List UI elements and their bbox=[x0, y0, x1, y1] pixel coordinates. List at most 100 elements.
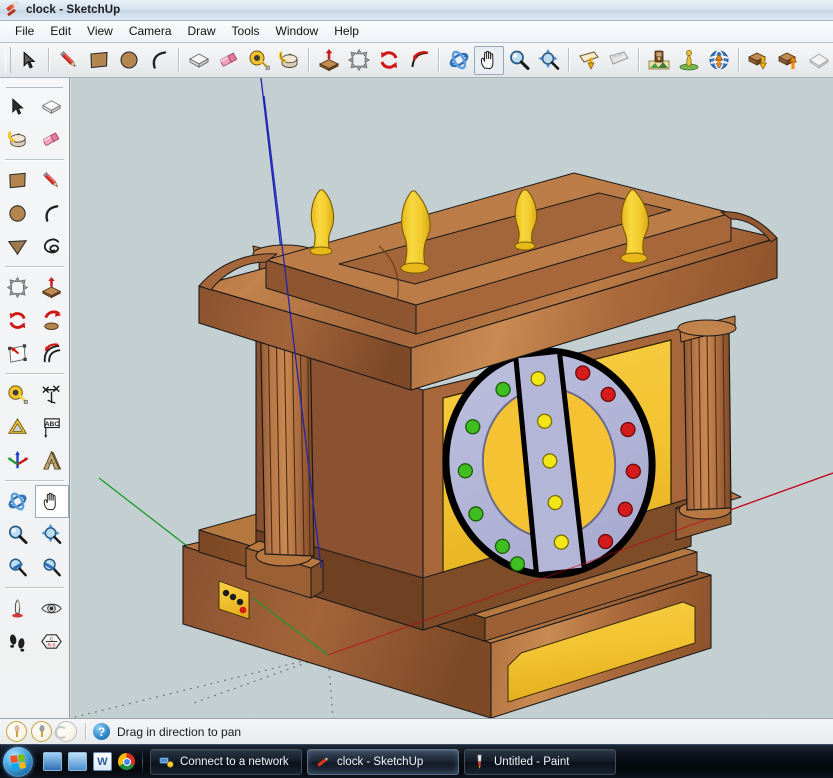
menu-draw[interactable]: Draw bbox=[180, 22, 224, 41]
model-viewport[interactable] bbox=[71, 78, 833, 718]
polygon-tool-button-left[interactable] bbox=[1, 230, 35, 263]
protractor-tool-button-left[interactable] bbox=[1, 411, 35, 444]
dial-marker-green bbox=[457, 463, 474, 479]
follow-me-tool-button-left[interactable] bbox=[35, 304, 69, 337]
zoom-tool-button-left[interactable] bbox=[1, 518, 35, 551]
arc-tool-button-left[interactable] bbox=[35, 197, 69, 230]
position-camera-tool-button-left[interactable] bbox=[1, 592, 35, 625]
help-icon[interactable]: ? bbox=[93, 723, 110, 740]
menu-tools[interactable]: Tools bbox=[224, 22, 268, 41]
scale-tool-button-left[interactable] bbox=[1, 337, 35, 370]
menu-edit[interactable]: Edit bbox=[42, 22, 79, 41]
toggle-terrain-tool-button[interactable] bbox=[674, 46, 704, 75]
globe-upload-icon bbox=[709, 50, 729, 70]
circle-tool-button-left[interactable] bbox=[1, 197, 35, 230]
tape-measure-tool-button-left[interactable] bbox=[1, 378, 35, 411]
eraser-tool-button[interactable] bbox=[214, 46, 244, 75]
previous-view-icon bbox=[9, 558, 27, 577]
left-toolbar-group-walkthrough: C R-5 bbox=[0, 592, 69, 658]
tape-measure-tool-button[interactable] bbox=[244, 46, 274, 75]
zoom-tool-button[interactable] bbox=[504, 46, 534, 75]
circle-tool-button[interactable] bbox=[114, 46, 144, 75]
start-button[interactable] bbox=[3, 746, 33, 777]
side-label-dot bbox=[236, 598, 244, 606]
offset-tool-button-left[interactable] bbox=[35, 337, 69, 370]
paint-icon bbox=[473, 754, 488, 769]
select-tool-button[interactable] bbox=[14, 46, 44, 75]
rectangle-tool-button[interactable] bbox=[84, 46, 114, 75]
zoom-window-tool-button-left[interactable] bbox=[35, 518, 69, 551]
follow-me-solid-icon bbox=[44, 310, 62, 330]
push-pull-tool-button[interactable] bbox=[314, 46, 344, 75]
finial-foot bbox=[400, 262, 430, 274]
status-message: Drag in direction to pan bbox=[117, 724, 242, 739]
arc-tool-button[interactable] bbox=[144, 46, 174, 75]
freehand-tool-button-left[interactable] bbox=[35, 230, 69, 263]
orbit-tool-button-left[interactable] bbox=[1, 485, 35, 518]
share-model-tool-button[interactable] bbox=[704, 46, 734, 75]
next-view-tool-button-left[interactable] bbox=[35, 551, 69, 584]
rotate-tool-button-left[interactable] bbox=[1, 304, 35, 337]
text-tool-button-left[interactable]: ABC bbox=[35, 411, 69, 444]
get-models-tool-button[interactable] bbox=[744, 46, 774, 75]
rotate-tool-button[interactable] bbox=[374, 46, 404, 75]
share-component-tool-button[interactable] bbox=[774, 46, 804, 75]
look-around-tool-button-left[interactable] bbox=[35, 592, 69, 625]
menu-window[interactable]: Window bbox=[268, 22, 327, 41]
hand-pan-icon bbox=[43, 492, 56, 511]
line-tool-button[interactable] bbox=[54, 46, 84, 75]
menu-view[interactable]: View bbox=[79, 22, 121, 41]
move-tool-button[interactable] bbox=[344, 46, 374, 75]
menu-help[interactable]: Help bbox=[326, 22, 367, 41]
geo-credits-icon[interactable] bbox=[31, 721, 52, 742]
paint-bucket-tool-button[interactable] bbox=[274, 46, 304, 75]
left-toolbar-group-principal bbox=[0, 90, 69, 156]
move-tool-button-left[interactable] bbox=[1, 271, 35, 304]
push-pull-tool-button-left[interactable] bbox=[35, 271, 69, 304]
line-tool-button-left[interactable] bbox=[35, 164, 69, 197]
orbit-tool-button[interactable] bbox=[444, 46, 474, 75]
dimension-tool-button-left[interactable] bbox=[35, 378, 69, 411]
3d-text-tool-button-left[interactable] bbox=[35, 444, 69, 477]
eraser-tool-button-left[interactable] bbox=[35, 123, 69, 156]
previous-view-tool-button-left[interactable] bbox=[1, 551, 35, 584]
axes-tool-button-left[interactable] bbox=[1, 444, 35, 477]
chrome-icon[interactable] bbox=[118, 753, 135, 770]
pan-tool-button[interactable] bbox=[474, 45, 504, 75]
make-component-tool-button-left[interactable] bbox=[35, 90, 69, 123]
rectangle-tool-button-left[interactable] bbox=[1, 164, 35, 197]
taskbar-item-paint[interactable]: Untitled - Paint bbox=[464, 748, 616, 775]
finial-foot bbox=[514, 241, 536, 251]
zoom-extents-tool-button[interactable] bbox=[534, 46, 564, 75]
eraser-icon bbox=[42, 132, 60, 146]
three-d-text-icon bbox=[43, 450, 62, 470]
show-desktop-icon[interactable] bbox=[43, 752, 62, 771]
taskbar-item-sketchup[interactable]: clock - SketchUp bbox=[307, 748, 459, 775]
geo-disabled-icon[interactable] bbox=[54, 721, 77, 742]
dial-marker-red bbox=[625, 463, 641, 479]
follow-me-tool-button[interactable] bbox=[404, 46, 434, 75]
add-location-tool-button[interactable] bbox=[644, 46, 674, 75]
toolbar-grip[interactable] bbox=[5, 47, 11, 73]
pan-tool-button-left[interactable] bbox=[34, 485, 69, 518]
select-tool-button-left[interactable] bbox=[1, 90, 35, 123]
orbit-icon bbox=[8, 492, 27, 511]
menu-camera[interactable]: Camera bbox=[121, 22, 180, 41]
taskbar-item-network[interactable]: Connect to a network bbox=[150, 748, 302, 775]
section-plane-tool-button-left[interactable]: C R-5 bbox=[35, 625, 69, 658]
geo-location-icon[interactable] bbox=[6, 721, 27, 742]
extension-warehouse-tool-button[interactable] bbox=[804, 46, 833, 75]
walk-tool-button-left[interactable] bbox=[1, 625, 35, 658]
toolbar-separator bbox=[308, 48, 310, 72]
make-component-tool-button[interactable] bbox=[184, 46, 214, 75]
menu-file[interactable]: File bbox=[7, 22, 42, 41]
paint-bucket-tool-button-left[interactable] bbox=[1, 123, 35, 156]
word-icon[interactable]: W bbox=[93, 752, 112, 771]
arc-icon bbox=[152, 51, 167, 69]
dial-marker-yellow bbox=[536, 413, 553, 429]
switch-windows-icon[interactable] bbox=[68, 752, 87, 771]
section-plane-tool-button[interactable] bbox=[574, 46, 604, 75]
left-toolbar-grip[interactable] bbox=[6, 81, 63, 88]
rectangle-icon bbox=[90, 51, 108, 69]
display-section-tool-button[interactable] bbox=[604, 46, 634, 75]
